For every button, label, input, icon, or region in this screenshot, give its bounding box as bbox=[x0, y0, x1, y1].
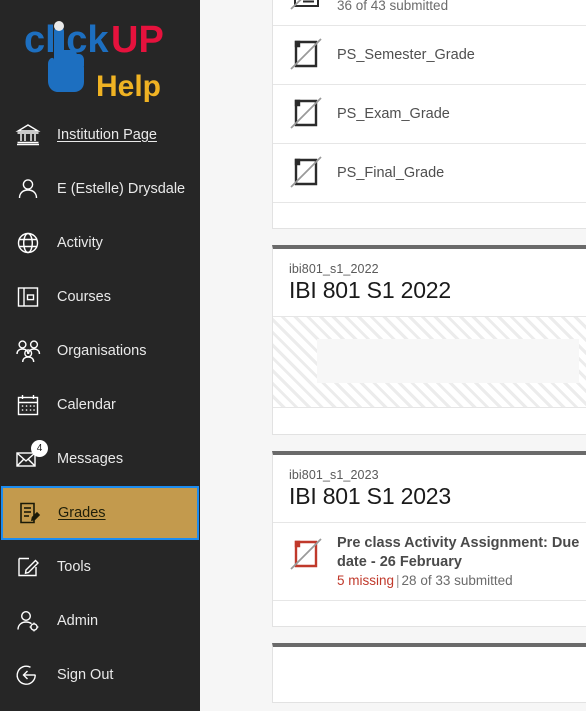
card-footer bbox=[273, 408, 586, 434]
sidebar-item-activity[interactable]: Activity bbox=[0, 216, 200, 270]
grade-row-text: Exam Submission link 36 of 43 submitted bbox=[337, 0, 586, 15]
sidebar-item-label: Activity bbox=[57, 235, 103, 251]
loading-placeholder bbox=[273, 316, 586, 408]
sidebar-item-admin[interactable]: Admin bbox=[0, 594, 200, 648]
sidebar-item-tools[interactable]: Tools bbox=[0, 540, 200, 594]
grade-row-text: PS_Semester_Grade bbox=[337, 46, 586, 65]
sidebar-item-user-profile[interactable]: E (Estelle) Drysdale bbox=[0, 162, 200, 216]
institution-icon bbox=[13, 120, 43, 150]
sidebar-item-messages[interactable]: 4 Messages bbox=[0, 432, 200, 486]
globe-icon bbox=[13, 228, 43, 258]
course-card-ibi801-2022: ibi801_s1_2022 IBI 801 S1 2022 bbox=[272, 245, 586, 435]
assignment-checklist-icon bbox=[283, 0, 329, 15]
sidebar-item-label: Courses bbox=[57, 289, 111, 305]
sidebar-item-calendar[interactable]: Calendar bbox=[0, 378, 200, 432]
assignment-page-icon bbox=[283, 36, 329, 74]
sidebar-item-label: Organisations bbox=[57, 343, 147, 359]
grade-row-text: PS_Exam_Grade bbox=[337, 105, 586, 124]
sidebar-item-label: Admin bbox=[57, 613, 99, 629]
messages-icon: 4 bbox=[13, 440, 48, 474]
user-icon bbox=[13, 174, 43, 204]
card-footer bbox=[273, 599, 586, 626]
sidebar-nav: Institution Page E (Estelle) Drysdale Ac… bbox=[0, 108, 200, 702]
courses-icon bbox=[13, 282, 43, 312]
organisations-icon bbox=[13, 336, 43, 366]
sidebar-item-label: Messages bbox=[57, 451, 124, 467]
logo-help-text: Help bbox=[96, 70, 161, 102]
sidebar-item-label: Tools bbox=[57, 559, 91, 575]
grade-row-title: PS_Semester_Grade bbox=[337, 46, 475, 63]
sign-out-icon bbox=[13, 660, 43, 690]
sidebar: click UP Help click UP Help bbox=[0, 0, 200, 711]
assignment-page-icon bbox=[283, 154, 329, 192]
grade-row-title: PS_Final_Grade bbox=[337, 164, 445, 181]
separator: | bbox=[396, 573, 400, 589]
card-header: ibi801_s1_2023 IBI 801 S1 2023 bbox=[273, 455, 586, 522]
course-code: ibi801_s1_2023 bbox=[289, 468, 379, 482]
course-card-list: Exam Submission link 36 of 43 submitted … bbox=[272, 0, 586, 711]
logo-up-text: UP bbox=[111, 19, 164, 61]
sidebar-item-institution-page[interactable]: Institution Page bbox=[0, 108, 200, 162]
messages-badge: 4 bbox=[31, 440, 48, 457]
grade-row-text: Pre class Activity Assignment: Due date … bbox=[337, 534, 586, 590]
grade-row[interactable]: Exam Submission link 36 of 43 submitted bbox=[273, 0, 586, 25]
grade-row[interactable]: Pre class Activity Assignment: Due date … bbox=[273, 522, 586, 600]
grade-row[interactable]: PS_Exam_Grade bbox=[273, 84, 586, 143]
assignment-page-icon bbox=[283, 95, 329, 133]
grade-row-sub: 36 of 43 submitted bbox=[337, 0, 449, 13]
course-code: ibi801_s1_2022 bbox=[289, 262, 379, 276]
sidebar-item-label: Grades bbox=[58, 505, 106, 521]
assignment-page-icon bbox=[283, 536, 329, 574]
sidebar-item-grades[interactable]: Grades bbox=[1, 486, 199, 540]
sidebar-item-label: E (Estelle) Drysdale bbox=[57, 181, 186, 197]
course-card-clipped: Exam Submission link 36 of 43 submitted … bbox=[272, 0, 586, 229]
sidebar-item-organisations[interactable]: Organisations bbox=[0, 324, 200, 378]
card-footer bbox=[273, 202, 586, 228]
submitted-count: 28 of 33 submitted bbox=[401, 573, 513, 589]
course-card-partial bbox=[272, 642, 586, 703]
sidebar-item-label: Sign Out bbox=[57, 667, 114, 683]
grade-row-sub: 5 missing | 28 of 33 submitted bbox=[337, 573, 586, 590]
course-title: IBI 801 S1 2023 bbox=[289, 483, 451, 509]
clickup-help-logo-icon: click UP Help bbox=[24, 19, 164, 102]
card-header: ibi801_s1_2022 IBI 801 S1 2022 bbox=[273, 249, 586, 316]
course-title: IBI 801 S1 2022 bbox=[289, 277, 451, 303]
admin-icon bbox=[13, 606, 43, 636]
clickup-help-page: click UP Help click UP Help bbox=[0, 0, 586, 711]
grade-row-title: PS_Exam_Grade bbox=[337, 105, 450, 122]
grade-row-title: Pre class Activity Assignment: Due date … bbox=[337, 535, 580, 570]
grades-icon bbox=[14, 498, 44, 528]
calendar-icon bbox=[13, 390, 43, 420]
main-content: Exam Submission link 36 of 43 submitted … bbox=[200, 0, 586, 711]
grade-row[interactable]: PS_Final_Grade bbox=[273, 143, 586, 202]
tools-icon bbox=[13, 552, 43, 582]
sidebar-item-label: Institution Page bbox=[57, 127, 157, 143]
grade-row-text: PS_Final_Grade bbox=[337, 164, 586, 183]
course-card-ibi801-2023: ibi801_s1_2023 IBI 801 S1 2023 Pre class… bbox=[272, 451, 586, 627]
sidebar-item-sign-out[interactable]: Sign Out bbox=[0, 648, 200, 702]
logo[interactable]: click UP Help click UP Help bbox=[0, 0, 200, 108]
hand-sparkle-icon bbox=[54, 21, 64, 31]
missing-count: 5 missing bbox=[337, 573, 395, 589]
loading-placeholder-block bbox=[317, 339, 579, 383]
sidebar-item-label: Calendar bbox=[57, 397, 116, 413]
sidebar-item-courses[interactable]: Courses bbox=[0, 270, 200, 324]
grade-row[interactable]: PS_Semester_Grade bbox=[273, 25, 586, 84]
